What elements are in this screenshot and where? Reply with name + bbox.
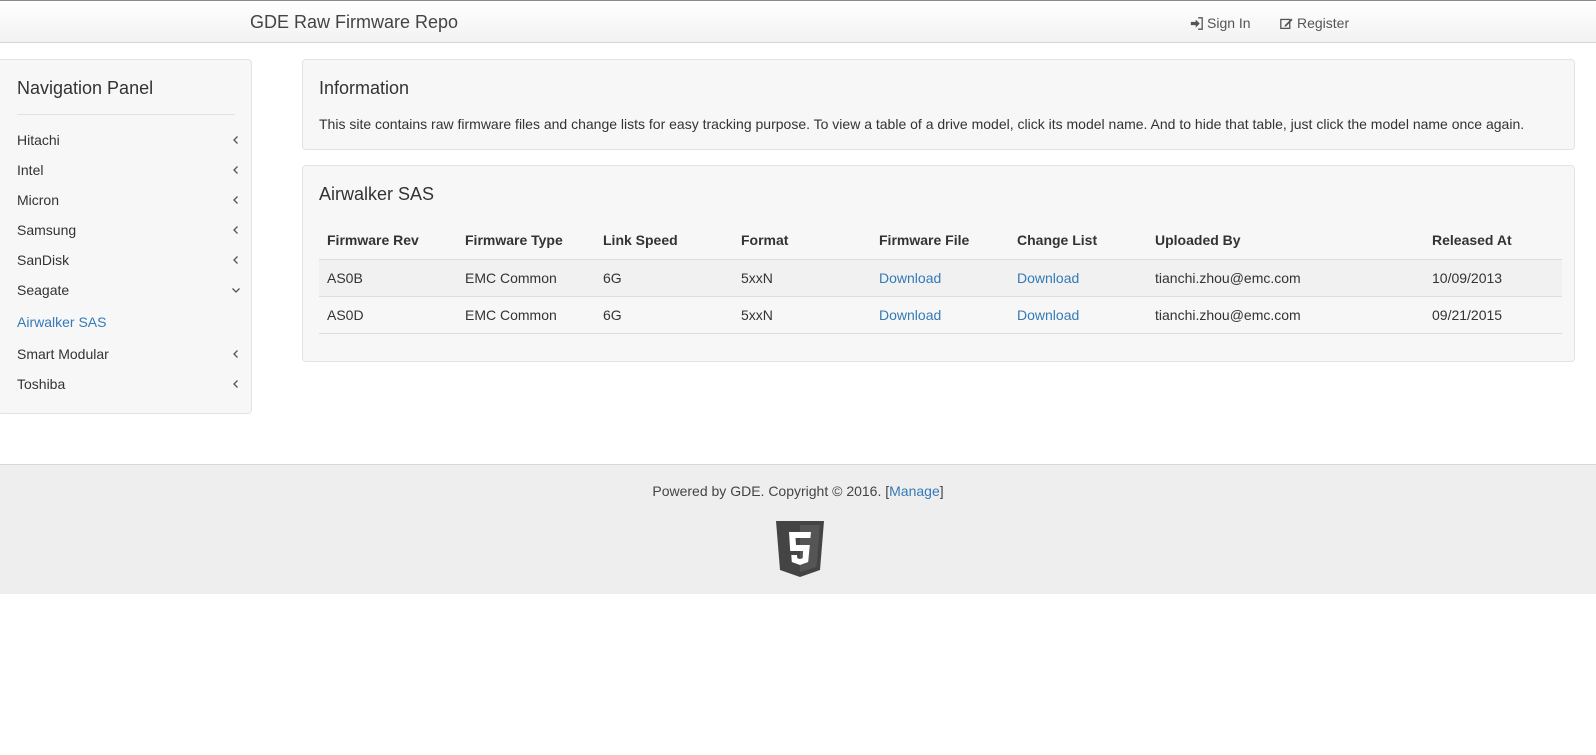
sidebar-item-label: Micron	[17, 192, 60, 208]
chevron-left-icon	[233, 256, 238, 264]
column-header: Firmware Rev	[319, 222, 457, 260]
chevron-left-icon	[233, 380, 238, 388]
column-header: Firmware Type	[457, 222, 595, 260]
sidebar-item-hitachi[interactable]: Hitachi	[17, 129, 241, 151]
link-speed-cell: 6G	[595, 259, 733, 297]
register-link[interactable]: Register	[1280, 15, 1349, 31]
sign-in-label: Sign In	[1207, 15, 1251, 31]
sidebar-item-label: Seagate	[17, 282, 70, 298]
sidebar-item-smart-modular[interactable]: Smart Modular	[17, 343, 241, 365]
table-header-row: Firmware Rev Firmware Type Link Speed Fo…	[319, 222, 1562, 260]
sidebar-item-label: Toshiba	[17, 376, 66, 392]
chevron-left-icon	[233, 350, 238, 358]
information-text: This site contains raw firmware files an…	[319, 116, 1525, 132]
navigation-panel: Navigation Panel Hitachi Intel Micron Sa…	[0, 59, 252, 414]
manage-link[interactable]: Manage	[889, 483, 940, 499]
chevron-left-icon	[233, 226, 238, 234]
column-header: Format	[733, 222, 871, 260]
sidebar-item-airwalker-sas[interactable]: Airwalker SAS	[17, 311, 241, 333]
uploaded-by-cell: tianchi.zhou@emc.com	[1147, 259, 1424, 297]
close-bracket: ]	[939, 483, 944, 499]
released-at-cell: 09/21/2015	[1424, 296, 1562, 334]
copyright-text: Powered by GDE. Copyright © 2016. [	[652, 483, 890, 499]
sidebar-item-label: Airwalker SAS	[17, 314, 107, 330]
navigation-panel-title: Navigation Panel	[17, 78, 154, 98]
chevron-down-icon	[232, 288, 240, 293]
register-label: Register	[1297, 15, 1350, 31]
sidebar-item-toshiba[interactable]: Toshiba	[17, 373, 241, 395]
sidebar-item-label: Hitachi	[17, 132, 60, 148]
chevron-left-icon	[233, 196, 238, 204]
format-cell: 5xxN	[733, 259, 871, 297]
sign-in-icon	[1190, 16, 1203, 30]
sidebar-item-seagate[interactable]: Seagate	[17, 279, 241, 301]
navigation-divider	[17, 114, 235, 115]
change-list-cell: Download	[1009, 296, 1147, 334]
brand-title[interactable]: GDE Raw Firmware Repo	[250, 12, 458, 33]
footer: Powered by GDE. Copyright © 2016. [Manag…	[0, 464, 1596, 594]
uploaded-by-cell: tianchi.zhou@emc.com	[1147, 296, 1424, 334]
information-title: Information	[319, 78, 410, 98]
firmware-file-cell: Download	[871, 296, 1009, 334]
sidebar-item-samsung[interactable]: Samsung	[17, 219, 241, 241]
firmware-file-cell: Download	[871, 259, 1009, 297]
column-header: Link Speed	[595, 222, 733, 260]
sidebar-item-intel[interactable]: Intel	[17, 159, 241, 181]
chevron-left-icon	[233, 136, 238, 144]
model-panel: Airwalker SAS Firmware Rev Firmware Type…	[302, 165, 1575, 362]
firmware-rev-cell: AS0D	[319, 296, 457, 334]
html5-logo-icon	[776, 521, 824, 577]
firmware-rev-cell: AS0B	[319, 259, 457, 297]
firmware-table: Firmware Rev Firmware Type Link Speed Fo…	[319, 222, 1562, 334]
information-panel: Information This site contains raw firmw…	[302, 59, 1575, 150]
column-header: Uploaded By	[1147, 222, 1424, 260]
sign-in-link[interactable]: Sign In	[1190, 15, 1251, 31]
footer-text: Powered by GDE. Copyright © 2016. [Manag…	[0, 483, 1596, 499]
column-header: Released At	[1424, 222, 1562, 260]
change-list-cell: Download	[1009, 259, 1147, 297]
change-list-download-link[interactable]: Download	[1017, 270, 1079, 286]
column-header: Change List	[1009, 222, 1147, 260]
sidebar-item-label: Intel	[17, 162, 44, 178]
model-title: Airwalker SAS	[319, 184, 435, 204]
top-navbar: GDE Raw Firmware Repo Sign In Register	[0, 0, 1596, 43]
firmware-download-link[interactable]: Download	[879, 270, 941, 286]
edit-icon	[1280, 18, 1293, 29]
table-row: AS0B EMC Common 6G 5xxN Download Downloa…	[319, 259, 1562, 297]
released-at-cell: 10/09/2013	[1424, 259, 1562, 297]
sidebar-item-micron[interactable]: Micron	[17, 189, 241, 211]
chevron-left-icon	[233, 166, 238, 174]
firmware-type-cell: EMC Common	[457, 296, 595, 334]
column-header: Firmware File	[871, 222, 1009, 260]
table-row: AS0D EMC Common 6G 5xxN Download Downloa…	[319, 296, 1562, 334]
firmware-type-cell: EMC Common	[457, 259, 595, 297]
sidebar-item-label: SanDisk	[17, 252, 70, 268]
sidebar-item-label: Samsung	[17, 222, 77, 238]
format-cell: 5xxN	[733, 296, 871, 334]
sidebar-item-label: Smart Modular	[17, 346, 109, 362]
link-speed-cell: 6G	[595, 296, 733, 334]
change-list-download-link[interactable]: Download	[1017, 307, 1079, 323]
firmware-download-link[interactable]: Download	[879, 307, 941, 323]
sidebar-item-sandisk[interactable]: SanDisk	[17, 249, 241, 271]
